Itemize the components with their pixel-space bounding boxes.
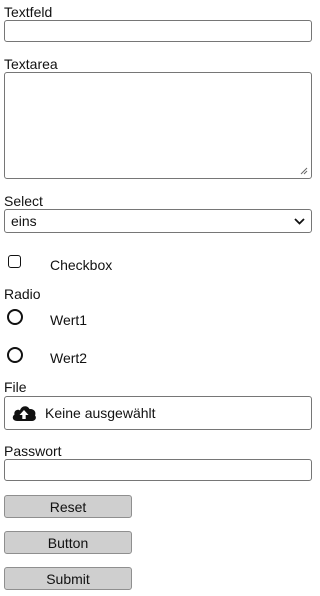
select-dropdown[interactable]: eins (4, 209, 312, 233)
chevron-down-icon (294, 217, 305, 225)
resize-grip-icon[interactable] (300, 167, 308, 175)
radio-group-label: Radio (4, 286, 41, 302)
textfeld-label: Textfeld (4, 4, 53, 20)
checkbox-label: Checkbox (50, 257, 113, 273)
passwort-label: Passwort (4, 443, 62, 459)
radio-wert2-label: Wert2 (50, 350, 88, 366)
checkbox-input[interactable] (8, 255, 21, 268)
textarea-input[interactable] (4, 72, 312, 179)
cloud-upload-icon (12, 406, 36, 421)
radio-wert1[interactable] (7, 309, 23, 325)
textfeld-input[interactable] (4, 20, 312, 42)
submit-button[interactable]: Submit (4, 567, 132, 590)
textarea-label: Textarea (4, 56, 58, 72)
file-label: File (4, 379, 27, 395)
button-button[interactable]: Button (4, 531, 132, 554)
file-input[interactable]: Keine ausgewählt (4, 396, 312, 430)
radio-wert2[interactable] (7, 347, 23, 363)
reset-button[interactable]: Reset (4, 495, 132, 518)
select-label: Select (4, 193, 43, 209)
select-value: eins (11, 213, 37, 229)
radio-wert1-label: Wert1 (50, 312, 88, 328)
passwort-input[interactable] (4, 459, 312, 481)
file-status: Keine ausgewählt (45, 405, 156, 421)
